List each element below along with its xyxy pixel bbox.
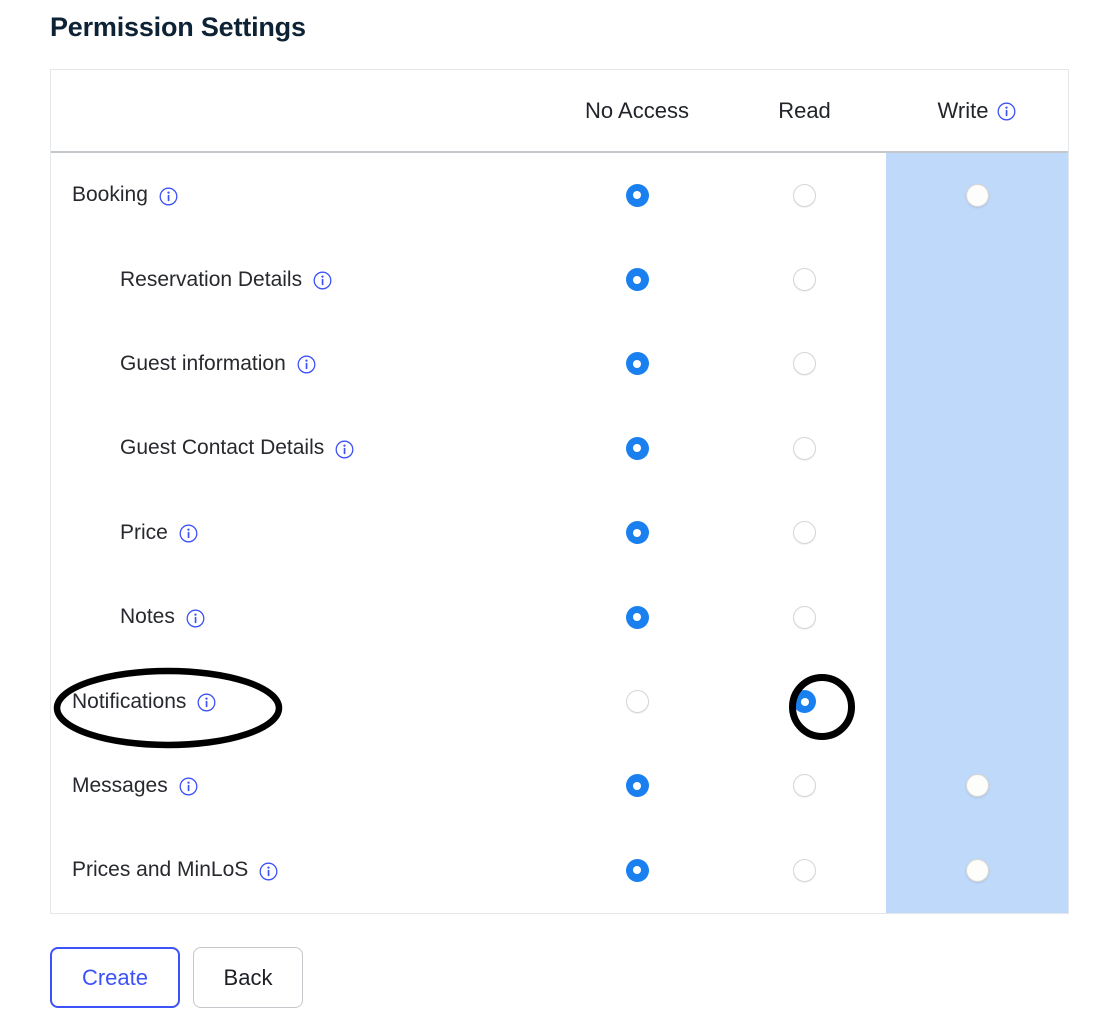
column-header-no-access: No Access	[551, 98, 723, 124]
permission-settings-page: Permission Settings No Access Read Write	[0, 0, 1094, 1020]
info-icon[interactable]	[313, 271, 332, 290]
radio-no-access-reservation-details[interactable]	[625, 268, 649, 292]
cell-no-access-guest-information[interactable]	[551, 322, 723, 406]
cell-write-prices-and-minlos[interactable]	[886, 828, 1068, 912]
row-label-notes: Notes	[51, 605, 551, 629]
cell-write-notes[interactable]	[886, 575, 1068, 659]
cell-no-access-notes[interactable]	[551, 575, 723, 659]
info-icon[interactable]	[335, 440, 354, 459]
column-header-read: Read	[723, 98, 886, 124]
radio-read-reservation-details[interactable]	[793, 268, 816, 292]
cell-write-reservation-details[interactable]	[886, 237, 1068, 321]
cell-write-messages[interactable]	[886, 744, 1068, 828]
row-label-text: Reservation Details	[120, 267, 303, 291]
radio-read-notes[interactable]	[793, 605, 816, 629]
create-button[interactable]: Create	[50, 947, 180, 1008]
cell-no-access-reservation-details[interactable]	[551, 237, 723, 321]
cell-no-access-prices-and-minlos[interactable]	[551, 828, 723, 912]
info-icon[interactable]	[259, 862, 278, 881]
cell-read-guest-information[interactable]	[723, 322, 886, 406]
cell-read-messages[interactable]	[723, 744, 886, 828]
row-label-guest-information: Guest information	[51, 352, 551, 376]
cell-write-guest-information[interactable]	[886, 322, 1068, 406]
radio-read-price[interactable]	[793, 521, 816, 545]
table-row: Booking	[51, 153, 1068, 237]
radio-read-messages[interactable]	[793, 774, 816, 798]
row-label-price: Price	[51, 521, 551, 545]
cell-read-notifications[interactable]	[723, 659, 886, 743]
row-label-text: Prices and MinLoS	[72, 858, 249, 882]
table-row: Notifications	[51, 659, 1068, 743]
cell-write-price[interactable]	[886, 491, 1068, 575]
radio-read-guest-information[interactable]	[793, 352, 816, 376]
radio-write-booking	[965, 183, 989, 207]
info-icon[interactable]	[179, 777, 198, 796]
radio-write-prices-and-minlos	[965, 858, 989, 882]
row-label-notifications: Notifications	[51, 690, 551, 714]
info-icon[interactable]	[159, 187, 178, 206]
radio-read-booking[interactable]	[793, 183, 816, 207]
column-header-no-access-label: No Access	[585, 97, 689, 123]
table-row: Prices and MinLoS	[51, 828, 1068, 912]
radio-no-access-booking[interactable]	[625, 183, 649, 207]
cell-read-reservation-details[interactable]	[723, 237, 886, 321]
row-label-text: Price	[120, 520, 168, 544]
cell-no-access-price[interactable]	[551, 491, 723, 575]
radio-no-access-prices-and-minlos[interactable]	[625, 858, 649, 882]
cell-no-access-booking[interactable]	[551, 153, 723, 237]
radio-no-access-guest-contact-details[interactable]	[625, 436, 649, 460]
info-icon[interactable]	[179, 524, 198, 543]
cell-read-price[interactable]	[723, 491, 886, 575]
cell-write-guest-contact-details[interactable]	[886, 406, 1068, 490]
cell-read-notes[interactable]	[723, 575, 886, 659]
table-row: Reservation Details	[51, 237, 1068, 321]
info-icon[interactable]	[297, 355, 316, 374]
table-row: Guest information	[51, 322, 1068, 406]
row-label-text: Booking	[72, 183, 148, 207]
cell-write-booking[interactable]	[886, 153, 1068, 237]
row-label-reservation-details: Reservation Details	[51, 268, 551, 292]
back-button[interactable]: Back	[193, 947, 303, 1008]
row-label-text: Notifications	[72, 689, 187, 713]
row-label-text: Guest Contact Details	[120, 436, 325, 460]
radio-write-messages	[965, 774, 989, 798]
permissions-table: No Access Read Write Booking Reservation …	[50, 69, 1069, 914]
info-icon[interactable]	[197, 693, 216, 712]
info-icon[interactable]	[186, 609, 205, 628]
cell-read-booking[interactable]	[723, 153, 886, 237]
radio-no-access-notifications[interactable]	[625, 690, 649, 714]
column-header-write: Write	[886, 98, 1068, 124]
cell-read-guest-contact-details[interactable]	[723, 406, 886, 490]
action-buttons: Create Back	[50, 947, 303, 1008]
table-row: Price	[51, 491, 1068, 575]
radio-read-notifications[interactable]	[793, 690, 816, 714]
radio-no-access-price[interactable]	[625, 521, 649, 545]
table-body: Booking Reservation Details Guest informat…	[51, 153, 1068, 913]
row-label-booking: Booking	[51, 183, 551, 207]
column-header-write-label: Write	[937, 97, 989, 123]
cell-no-access-messages[interactable]	[551, 744, 723, 828]
row-label-text: Messages	[72, 773, 168, 797]
cell-write-notifications[interactable]	[886, 659, 1068, 743]
radio-no-access-notes[interactable]	[625, 605, 649, 629]
cell-no-access-notifications[interactable]	[551, 659, 723, 743]
table-header-row: No Access Read Write	[51, 70, 1068, 153]
page-title: Permission Settings	[50, 12, 306, 42]
column-header-read-label: Read	[778, 97, 831, 123]
radio-read-prices-and-minlos[interactable]	[793, 858, 816, 882]
cell-no-access-guest-contact-details[interactable]	[551, 406, 723, 490]
info-icon[interactable]	[997, 102, 1016, 121]
table-row: Guest Contact Details	[51, 406, 1068, 490]
row-label-prices-and-minlos: Prices and MinLoS	[51, 858, 551, 882]
table-row: Notes	[51, 575, 1068, 659]
row-label-messages: Messages	[51, 774, 551, 798]
radio-no-access-guest-information[interactable]	[625, 352, 649, 376]
row-label-text: Guest information	[120, 351, 286, 375]
table-row: Messages	[51, 744, 1068, 828]
row-label-text: Notes	[120, 605, 175, 629]
radio-no-access-messages[interactable]	[625, 774, 649, 798]
cell-read-prices-and-minlos[interactable]	[723, 828, 886, 912]
radio-read-guest-contact-details[interactable]	[793, 436, 816, 460]
row-label-guest-contact-details: Guest Contact Details	[51, 436, 551, 460]
